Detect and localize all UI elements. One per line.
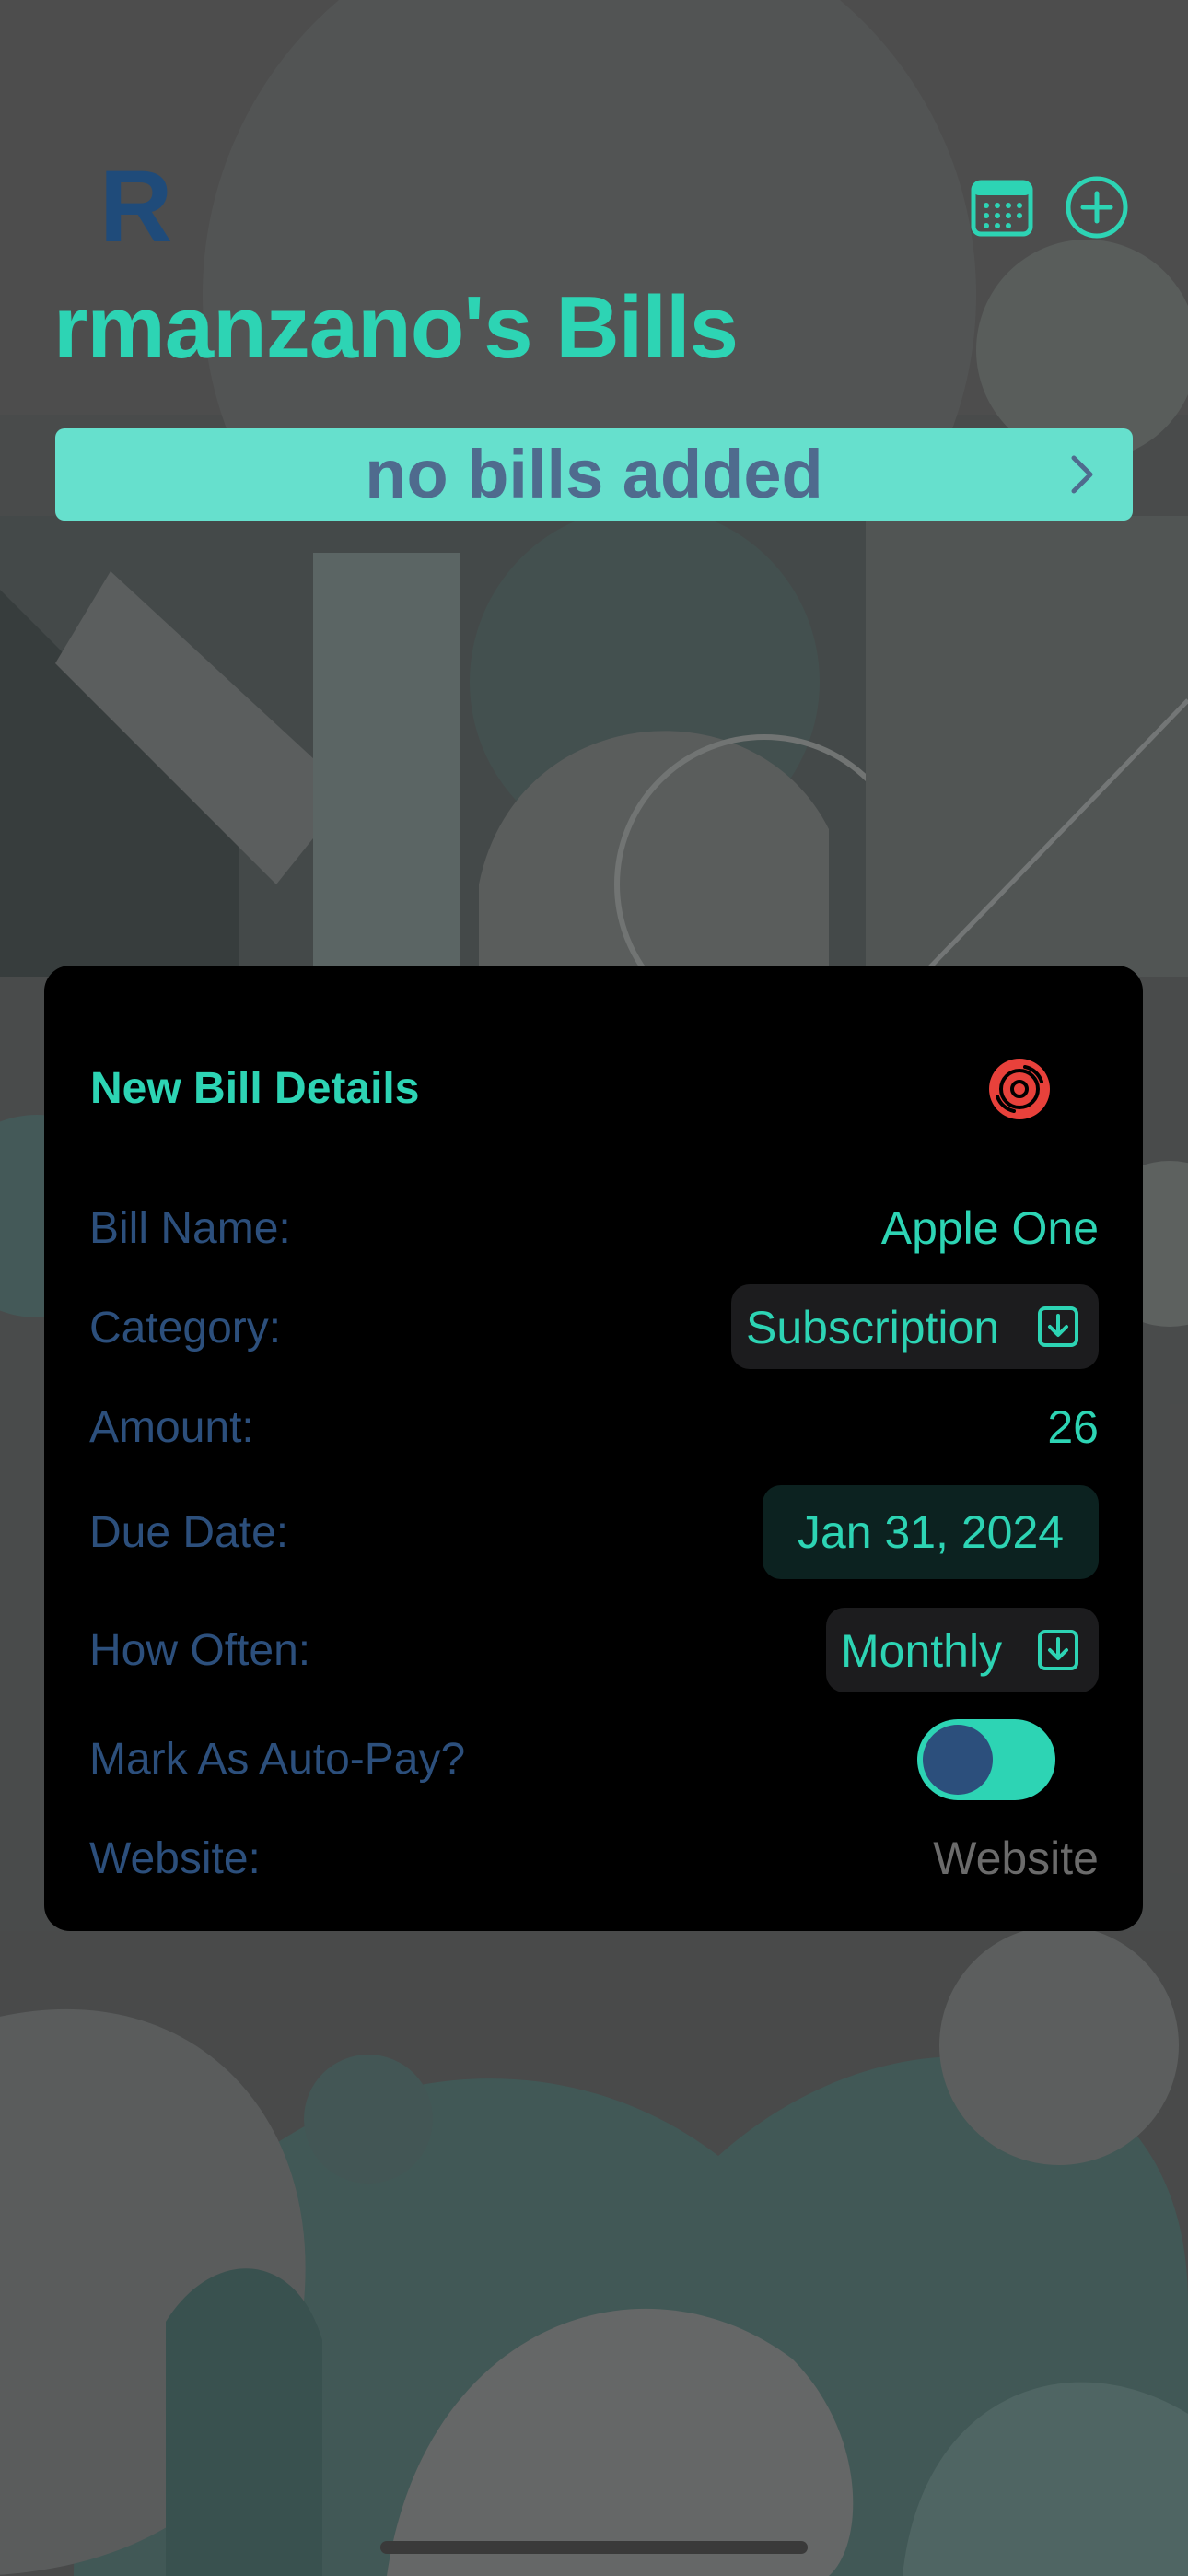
download-box-icon [1038, 1630, 1078, 1670]
due-date-picker[interactable]: Jan 31, 2024 [763, 1485, 1099, 1579]
home-indicator [380, 2541, 808, 2554]
bills-summary-button[interactable]: no bills added [55, 428, 1133, 521]
calendar-icon [971, 180, 1033, 237]
auto-pay-label: Mark As Auto-Pay? [89, 1735, 466, 1784]
card-title: New Bill Details [90, 1064, 420, 1113]
plus-circle-icon [1066, 176, 1128, 239]
amount-field[interactable]: 26 [1047, 1400, 1099, 1454]
avatar[interactable]: R [99, 157, 172, 258]
page-title: rmanzano's Bills [53, 278, 739, 377]
download-box-icon [1038, 1306, 1078, 1347]
chevron-right-icon [1071, 455, 1093, 494]
due-date-label: Due Date: [89, 1508, 289, 1557]
website-input[interactable] [684, 1828, 1099, 1889]
record-disc-icon[interactable] [988, 1058, 1051, 1120]
website-label: Website: [89, 1834, 261, 1883]
bills-summary-text: no bills added [365, 436, 823, 512]
due-date-value: Jan 31, 2024 [797, 1506, 1065, 1558]
app-screen: R rmanzano's Bills no bills added New Bi… [0, 0, 1188, 2576]
category-value: Subscription [746, 1302, 1000, 1353]
auto-pay-toggle[interactable] [917, 1719, 1055, 1800]
bill-name-field[interactable]: Apple One [881, 1201, 1099, 1255]
how-often-picker[interactable]: Monthly [826, 1608, 1099, 1692]
how-often-label: How Often: [89, 1626, 311, 1675]
category-picker[interactable]: Subscription [731, 1284, 1099, 1369]
auto-pay-toggle-knob [923, 1725, 993, 1795]
category-label: Category: [89, 1304, 282, 1352]
how-often-value: Monthly [841, 1625, 1003, 1677]
add-bill-button[interactable] [1065, 175, 1129, 240]
amount-label: Amount: [89, 1403, 254, 1452]
bill-name-label: Bill Name: [89, 1204, 291, 1253]
calendar-button[interactable] [970, 175, 1034, 240]
